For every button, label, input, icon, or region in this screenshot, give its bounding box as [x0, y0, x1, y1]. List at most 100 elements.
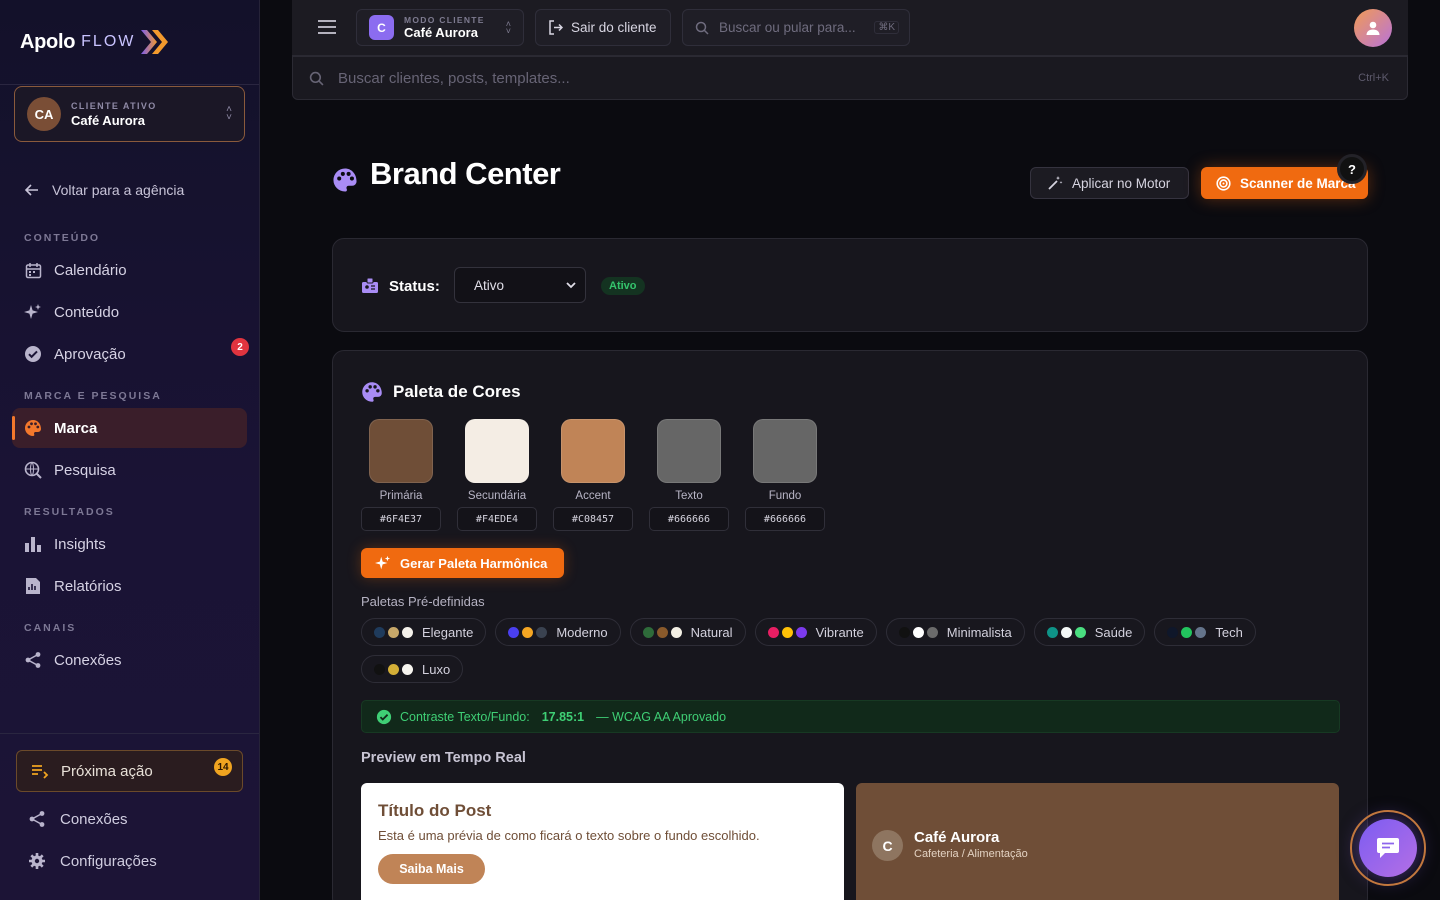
preset-palette-chip[interactable]: Minimalista — [885, 618, 1025, 646]
apply-to-engine-button[interactable]: Aplicar no Motor — [1030, 167, 1189, 199]
quick-search-input[interactable]: Buscar ou pular para... ⌘K — [682, 9, 910, 46]
sidebar-item-calendar[interactable]: Calendário — [12, 250, 247, 290]
color-swatch[interactable]: Accent #C08457 — [553, 419, 633, 531]
quick-search-placeholder: Buscar ou pular para... — [719, 20, 856, 35]
profile-preview-category: Cafeteria / Alimentação — [914, 848, 1028, 860]
color-dot — [656, 626, 668, 638]
preset-palette-chip[interactable]: Moderno — [495, 618, 621, 646]
color-dot — [1060, 626, 1072, 638]
sidebar-item-research[interactable]: Pesquisa — [12, 450, 247, 490]
help-button[interactable]: ? — [1337, 154, 1367, 184]
bottom-item-settings[interactable]: Configurações — [28, 852, 157, 870]
sidebar-item-reports[interactable]: Relatórios — [12, 566, 247, 606]
color-dot — [374, 626, 385, 638]
share-icon — [24, 651, 42, 669]
preset-palette-chip[interactable]: Luxo — [361, 655, 464, 683]
swatch-color-box[interactable] — [561, 419, 625, 483]
sparkles-icon — [24, 303, 42, 321]
next-action-label: Próxima ação — [61, 762, 153, 780]
contrast-ratio: 17.85:1 — [541, 709, 585, 724]
swatch-color-box[interactable] — [657, 419, 721, 483]
palette-icon — [362, 382, 382, 402]
preset-palette-name: Vibrante — [815, 624, 864, 640]
swatch-hex-input[interactable]: #6F4E37 — [361, 507, 441, 531]
sidebar-item-label: Calendário — [54, 261, 127, 279]
color-dot — [795, 626, 807, 638]
color-dot — [670, 626, 682, 638]
preset-palettes-list: Elegante Moderno Natural Vibrante Minimalist… — [361, 618, 1341, 683]
color-swatch[interactable]: Secundária #F4EDE4 — [457, 419, 537, 531]
sidebar-item-content[interactable]: Conteúdo — [12, 292, 247, 332]
profile-preview-avatar: C — [872, 830, 903, 861]
chat-assistant-button[interactable] — [1350, 810, 1426, 886]
exit-client-button[interactable]: Sair do cliente — [535, 9, 671, 46]
user-icon — [1366, 21, 1380, 35]
bar-chart-icon — [24, 535, 42, 553]
client-name: Café Aurora — [71, 112, 145, 128]
swatch-color-box[interactable] — [753, 419, 817, 483]
color-dot — [1074, 626, 1086, 638]
preset-palette-chip[interactable]: Elegante — [361, 618, 487, 646]
back-to-agency-link[interactable]: Voltar para a agência — [24, 182, 184, 198]
sidebar-item-brand[interactable]: Marca — [12, 408, 247, 448]
learn-more-button[interactable]: Saiba Mais — [378, 854, 485, 884]
chevron-down-icon — [566, 282, 576, 289]
color-dot — [1167, 626, 1179, 638]
palette-title: Paleta de Cores — [393, 382, 521, 401]
client-mode-switcher[interactable]: C MODO CLIENTE Café Aurora ˄ ˅ — [356, 9, 524, 46]
status-badge: Ativo — [601, 277, 645, 295]
color-dot — [642, 626, 654, 638]
check-circle-icon — [24, 345, 42, 363]
color-swatch[interactable]: Texto #666666 — [649, 419, 729, 531]
swatch-hex-input[interactable]: #666666 — [745, 507, 825, 531]
sidebar-item-label: Insights — [54, 535, 106, 553]
color-swatch[interactable]: Fundo #666666 — [745, 419, 825, 531]
swatch-label: Accent — [575, 490, 611, 502]
preset-palette-chip[interactable]: Saúde — [1033, 618, 1146, 646]
active-client-switcher[interactable]: CA CLIENTE ATIVO Café Aurora ˄ ˅ — [14, 86, 245, 142]
swatch-hex-input[interactable]: #C08457 — [553, 507, 633, 531]
chevron-updown-icon: ˄ ˅ — [226, 104, 232, 123]
swatch-list: Primária #6F4E37 Secundária #F4EDE4 Accent #C… — [361, 419, 825, 531]
preset-palette-name: Elegante — [422, 624, 474, 640]
chevrons-logo-icon — [141, 30, 169, 54]
brand-logo[interactable]: Apolo FLOW — [20, 28, 171, 56]
preset-palette-name: Natural — [690, 624, 733, 640]
preset-palette-chip[interactable]: Natural — [629, 618, 746, 646]
color-dot — [1181, 626, 1193, 638]
contrast-label: Contraste Texto/Fundo: — [400, 709, 530, 724]
exit-client-label: Sair do cliente — [571, 20, 657, 35]
sidebar-item-insights[interactable]: Insights — [12, 524, 247, 564]
bottom-item-connections[interactable]: Conexões — [28, 810, 128, 828]
brand-suffix: FLOW — [81, 33, 136, 50]
swatch-color-box[interactable] — [465, 419, 529, 483]
generate-harmonic-palette-button[interactable]: Gerar Paleta Harmônica — [361, 548, 564, 578]
color-swatch[interactable]: Primária #6F4E37 — [361, 419, 441, 531]
color-dot — [898, 626, 910, 638]
global-search-input[interactable]: Buscar clientes, posts, templates... Ctr… — [292, 56, 1408, 100]
next-action-button[interactable]: Próxima ação — [16, 750, 243, 792]
sidebar-item-approval[interactable]: Aprovação 2 — [12, 334, 249, 374]
report-icon — [24, 577, 42, 595]
approval-count-badge: 2 — [231, 338, 249, 356]
color-dot — [388, 663, 399, 675]
page-header: Brand Center — [332, 156, 561, 192]
preset-palette-chip[interactable]: Tech — [1154, 618, 1256, 646]
swatch-hex-input[interactable]: #F4EDE4 — [457, 507, 537, 531]
swatch-color-box[interactable] — [369, 419, 433, 483]
client-mode-label: MODO CLIENTE — [404, 15, 485, 25]
sidebar-item-connections[interactable]: Conexões — [12, 640, 247, 680]
preset-palette-chip[interactable]: Vibrante — [754, 618, 877, 646]
palette-icon — [24, 419, 42, 437]
status-select[interactable]: Ativo — [454, 267, 586, 303]
swatch-hex-input[interactable]: #666666 — [649, 507, 729, 531]
contrast-verdict: — WCAG AA Aprovado — [596, 709, 727, 724]
color-dot — [536, 626, 548, 638]
user-avatar[interactable] — [1354, 9, 1392, 47]
color-dot — [402, 626, 413, 638]
search-globe-icon — [24, 461, 42, 479]
preset-palette-name: Saúde — [1094, 624, 1133, 640]
menu-icon[interactable] — [318, 20, 336, 34]
status-selected-value: Ativo — [474, 277, 505, 293]
search-icon — [309, 71, 324, 85]
